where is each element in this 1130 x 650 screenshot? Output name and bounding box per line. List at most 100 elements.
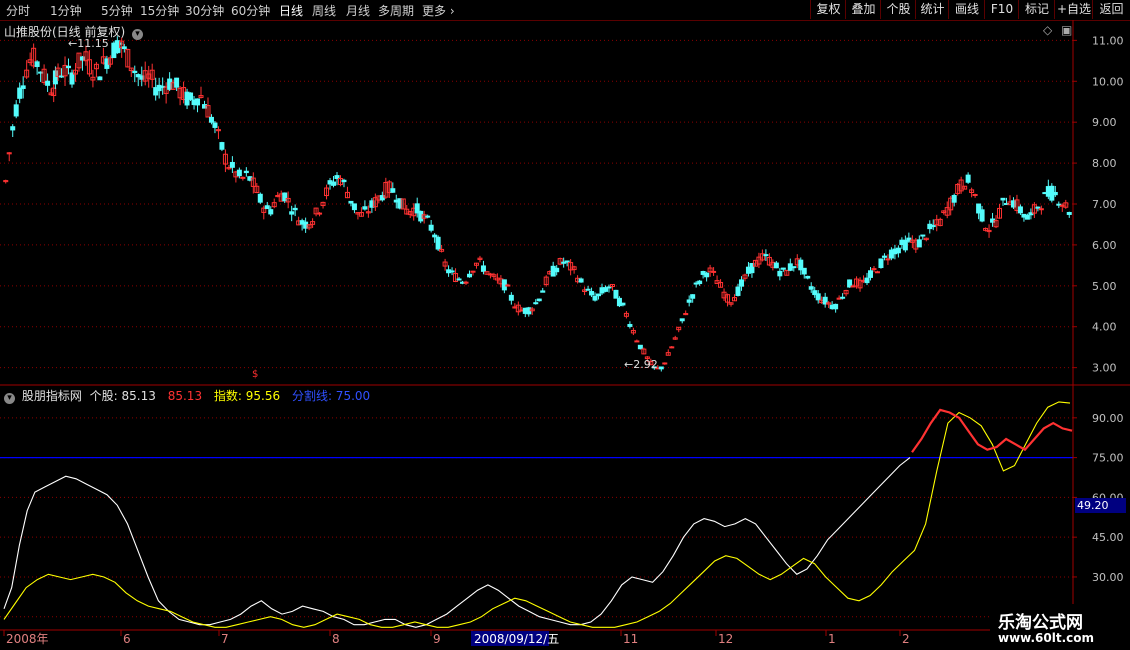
candle-body (864, 277, 870, 284)
kline-chart[interactable]: 11.00 10.00 9.00 8.00 7.00 6.00 5.00 4.00 3.00 90… (0, 20, 1130, 650)
candle-body (289, 211, 295, 215)
candle-body (20, 85, 26, 89)
candle-body (777, 270, 783, 277)
x-tick-label: 2 (902, 632, 910, 646)
window-icon[interactable]: ▣ (1061, 23, 1072, 37)
diamond-icon[interactable]: ◇ (1043, 23, 1052, 37)
candle-body (240, 176, 246, 179)
tab-15min[interactable]: 15分钟 (140, 2, 179, 19)
candle-body (735, 286, 741, 296)
candle-body (1066, 211, 1072, 215)
back-button[interactable]: 返回 (1092, 0, 1130, 19)
tab-monthly[interactable]: 月线 (346, 2, 370, 19)
candle-body (979, 209, 985, 222)
x-tick-label: 12 (718, 632, 733, 646)
candle-body (463, 281, 469, 284)
tab-weekly[interactable]: 周线 (312, 2, 336, 19)
candle-body (13, 104, 19, 117)
stock-value-label: 个股: 85.13 (89, 389, 156, 403)
overlay-button[interactable]: 叠加 (845, 0, 881, 19)
candle-body (763, 254, 769, 257)
indicator-tick-label: 90.00 (1092, 412, 1124, 425)
candle-body (351, 203, 357, 211)
candle-body (578, 278, 584, 283)
price-tick-label: 5.00 (1092, 280, 1117, 293)
candle-body (916, 239, 922, 248)
chevron-down-icon[interactable]: ▾ (4, 393, 15, 404)
candle-body (679, 318, 685, 322)
add-watchlist-button[interactable]: +自选 (1054, 0, 1093, 19)
candle-body (620, 302, 626, 306)
candle-body (257, 193, 263, 203)
candle-body (801, 267, 807, 275)
candle-body (132, 70, 138, 74)
x-tick-label: 11 (623, 632, 638, 646)
tab-60min[interactable]: 60分钟 (231, 2, 270, 19)
candle-body (895, 247, 901, 254)
candle-body (780, 267, 786, 270)
candle-body (229, 161, 235, 168)
candle-body (508, 294, 514, 301)
candle-body (592, 295, 598, 301)
f10-button[interactable]: F10 (984, 0, 1019, 19)
x-tick-label: 2008年 (6, 632, 49, 646)
chevron-down-icon[interactable]: ▾ (132, 29, 144, 40)
fuquan-button[interactable]: 复权 (810, 0, 846, 19)
indicator-name: 股朋指标网 (21, 389, 82, 403)
stats-button[interactable]: 统计 (915, 0, 949, 19)
candle-body (878, 258, 884, 269)
tab-more[interactable]: 更多 › (422, 2, 455, 19)
price-tick-label: 10.00 (1092, 75, 1124, 88)
candle-body (704, 272, 710, 278)
candle-body (868, 270, 874, 278)
candle-body (66, 65, 72, 69)
candle-body (456, 278, 462, 281)
candle-body (45, 80, 51, 86)
candle-body (69, 72, 75, 85)
candle-body (738, 279, 744, 287)
chart-grid (0, 39, 1073, 618)
split-line-label: 分割线: 75.00 (291, 389, 371, 403)
candle-body (121, 46, 127, 50)
candle-body (188, 92, 194, 100)
tab-daily[interactable]: 日线 (279, 2, 303, 19)
candle-body (589, 291, 595, 296)
indicator-tick-label: 45.00 (1092, 531, 1124, 544)
candle-body (195, 98, 201, 106)
candle-body (881, 255, 887, 258)
candle-body (1035, 206, 1041, 209)
indicator-series-line (3, 401, 1071, 628)
stock-button[interactable]: 个股 (880, 0, 916, 19)
candle-body (243, 170, 249, 174)
tab-30min[interactable]: 30分钟 (185, 2, 224, 19)
draw-line-button[interactable]: 画线 (948, 0, 985, 19)
candle-body (292, 207, 298, 211)
tab-5min[interactable]: 5分钟 (101, 2, 133, 19)
candle-body (268, 209, 274, 215)
candle-body (972, 193, 978, 196)
candle-body (533, 302, 539, 305)
tab-multi-period[interactable]: 多周期 (378, 2, 414, 19)
candle-body (697, 280, 703, 285)
candle-body (317, 212, 323, 215)
candle-body (690, 294, 696, 299)
stock-value-red: 85.13 (167, 389, 203, 403)
mark-button[interactable]: 标记 (1018, 0, 1055, 19)
tab-fenshi[interactable]: 分时 (6, 2, 30, 19)
high-price-label: ←11.15 (68, 37, 109, 50)
candle-body (1038, 208, 1044, 211)
candle-body (920, 234, 926, 237)
candle-body (658, 366, 664, 370)
candle-body (596, 293, 602, 297)
x-tick-label: 7 (221, 632, 229, 646)
x-tick-label: 6 (123, 632, 131, 646)
x-tick-label: 1 (828, 632, 836, 646)
candle-body (805, 275, 811, 279)
candle-body (662, 362, 668, 365)
tab-1min[interactable]: 1分钟 (50, 2, 82, 19)
index-value-label: 指数: 95.56 (213, 389, 281, 403)
candle-body (613, 289, 619, 299)
candle-body (432, 234, 438, 238)
candle-body (505, 284, 511, 287)
x-tick-label: 8 (332, 632, 340, 646)
